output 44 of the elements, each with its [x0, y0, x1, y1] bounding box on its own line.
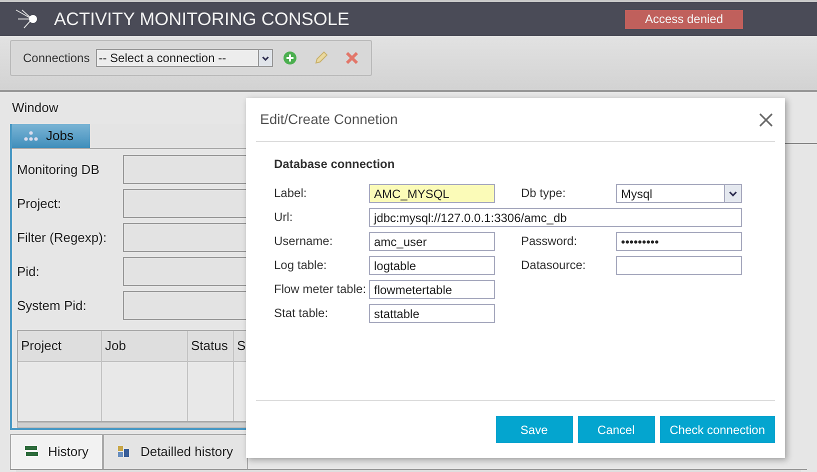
field-label: Password:	[521, 233, 578, 248]
field-label: Username:	[274, 233, 334, 248]
jobs-tab[interactable]: Jobs	[12, 124, 90, 148]
access-denied-badge: Access denied	[625, 10, 743, 28]
network-logo-icon	[14, 8, 40, 30]
connection-select[interactable]: -- Select a connection --	[96, 49, 274, 67]
field-label: System Pid:	[17, 296, 88, 315]
field-label: Filter (Regexp):	[17, 228, 108, 247]
add-icon[interactable]	[283, 51, 298, 65]
delete-icon[interactable]	[345, 51, 359, 65]
input-field[interactable]: AMC_MYSQL	[369, 184, 495, 203]
caret-icon	[258, 50, 272, 66]
field-label: Project:	[17, 194, 62, 213]
toolbar-label: Connections	[23, 50, 90, 67]
stack-icon	[25, 446, 38, 457]
input-field[interactable]: •••••••••	[616, 232, 742, 251]
section-title: Database connection	[274, 157, 395, 171]
hierarchy-icon	[24, 130, 38, 141]
field-label: Monitoring DB	[17, 160, 100, 179]
field-label: Url:	[274, 209, 294, 224]
close-icon[interactable]	[759, 112, 773, 126]
column-header[interactable]: Status	[188, 331, 234, 362]
field-label: Flow meter table:	[274, 281, 368, 296]
input-field[interactable]: flowmetertable	[369, 280, 495, 299]
db-type-select[interactable]: Mysql	[616, 184, 742, 203]
column-header[interactable]: Project	[18, 331, 102, 362]
history-tab[interactable]: History	[10, 434, 104, 468]
field-label: Log table:	[274, 257, 328, 272]
field-label: Datasource:	[521, 257, 587, 272]
input-field[interactable]	[616, 256, 742, 275]
blocks-icon	[118, 446, 130, 458]
app-title: ACTIVITY MONITORING CONSOLE	[54, 8, 350, 30]
input-field[interactable]: jdbc:mysql://127.0.0.1:3306/amc_db	[369, 208, 742, 227]
detailed-history-tab[interactable]: Detailled history	[103, 434, 248, 468]
field-label: Db type:	[521, 185, 567, 200]
field-label: Stat table:	[274, 305, 330, 320]
column-header[interactable]: Job	[102, 331, 188, 362]
caret-icon	[724, 185, 741, 202]
input-field[interactable]: logtable	[369, 256, 495, 275]
field-label: Label:	[274, 185, 308, 200]
input-field[interactable]: stattable	[369, 304, 495, 323]
input-field[interactable]: amc_user	[369, 232, 495, 251]
field-label: Pid:	[17, 262, 40, 281]
dialog-title: Edit/Create Connetion	[259, 110, 398, 129]
